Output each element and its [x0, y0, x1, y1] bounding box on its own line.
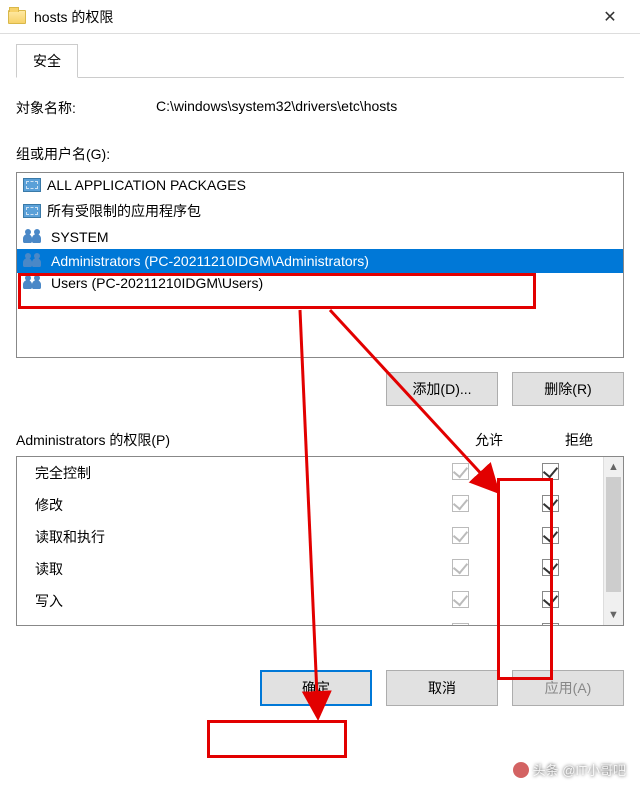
deny-checkbox[interactable] [542, 623, 559, 625]
list-item-label: Users (PC-20211210IDGM\Users) [51, 275, 263, 291]
groups-listbox[interactable]: ALL APPLICATION PACKAGES 所有受限制的应用程序包 SYSTE… [16, 172, 624, 358]
close-button[interactable]: ✕ [588, 7, 632, 27]
watermark-logo-icon [513, 762, 529, 778]
group-icon [23, 253, 45, 269]
cancel-button[interactable]: 取消 [386, 670, 498, 706]
allow-checkbox[interactable] [452, 495, 469, 512]
allow-header: 允许 [444, 430, 534, 450]
allow-checkbox[interactable] [452, 463, 469, 480]
folder-icon [8, 10, 26, 24]
watermark: 头条 @IT小哥吧 [513, 760, 626, 779]
permission-row: 特殊权限 [17, 617, 603, 625]
permission-name: 修改 [25, 495, 415, 515]
watermark-text: 头条 @IT小哥吧 [533, 760, 626, 779]
allow-checkbox[interactable] [452, 559, 469, 576]
window-title: hosts 的权限 [34, 7, 588, 27]
object-name-label: 対象名称: [16, 98, 156, 118]
list-item[interactable]: SYSTEM [17, 225, 623, 249]
package-icon [23, 178, 41, 192]
deny-checkbox[interactable] [542, 559, 559, 576]
list-item-label: SYSTEM [51, 229, 109, 245]
add-remove-row: 添加(D)... 删除(R) [16, 372, 624, 406]
permission-name: 读取和执行 [25, 527, 415, 547]
list-item[interactable]: ALL APPLICATION PACKAGES [17, 173, 623, 197]
permission-row: 修改 [17, 489, 603, 521]
list-item[interactable]: Administrators (PC-20211210IDGM\Administ… [17, 249, 623, 273]
group-icon [23, 275, 45, 291]
list-item[interactable]: Users (PC-20211210IDGM\Users) [17, 271, 623, 295]
allow-checkbox[interactable] [452, 623, 469, 625]
tab-security[interactable]: 安全 [16, 44, 78, 78]
deny-checkbox[interactable] [542, 463, 559, 480]
permissions-for-label: Administrators 的权限(P) [16, 430, 444, 450]
remove-button[interactable]: 删除(R) [512, 372, 624, 406]
permissions-grid: 完全控制修改读取和执行读取写入特殊权限 ▲ ▼ [16, 456, 624, 626]
object-name-row: 対象名称: C:\windows\system32\drivers\etc\ho… [16, 98, 624, 118]
list-item-label: ALL APPLICATION PACKAGES [47, 177, 246, 193]
permission-row: 读取和执行 [17, 521, 603, 553]
permission-row: 写入 [17, 585, 603, 617]
scroll-up-icon[interactable]: ▲ [604, 457, 623, 477]
list-item[interactable]: 所有受限制的应用程序包 [17, 197, 623, 225]
footer-buttons: 确定 取消 应用(A) [16, 670, 624, 706]
allow-checkbox[interactable] [452, 591, 469, 608]
permission-name: 读取 [25, 559, 415, 579]
permission-row: 完全控制 [17, 457, 603, 489]
deny-checkbox[interactable] [542, 495, 559, 512]
list-item-label: Administrators (PC-20211210IDGM\Administ… [51, 253, 369, 269]
tabs: 安全 [16, 44, 624, 78]
scroll-down-icon[interactable]: ▼ [604, 605, 623, 625]
permission-name: 完全控制 [25, 463, 415, 483]
apply-button[interactable]: 应用(A) [512, 670, 624, 706]
groups-label: 组或用户名(G): [16, 144, 624, 164]
ok-button[interactable]: 确定 [260, 670, 372, 706]
permission-row: 读取 [17, 553, 603, 585]
allow-checkbox[interactable] [452, 527, 469, 544]
add-button[interactable]: 添加(D)... [386, 372, 498, 406]
object-name-value: C:\windows\system32\drivers\etc\hosts [156, 98, 624, 118]
scrollbar-thumb[interactable] [606, 477, 621, 592]
permission-name: 写入 [25, 591, 415, 611]
permissions-scrollbar[interactable]: ▲ ▼ [603, 457, 623, 625]
permissions-header: Administrators 的权限(P) 允许 拒绝 [16, 430, 624, 450]
deny-checkbox[interactable] [542, 591, 559, 608]
annotation-box-ok [207, 720, 347, 758]
package-icon [23, 204, 41, 218]
deny-checkbox[interactable] [542, 527, 559, 544]
titlebar: hosts 的权限 ✕ [0, 0, 640, 34]
group-icon [23, 229, 45, 245]
deny-header: 拒绝 [534, 430, 624, 450]
permission-name: 特殊权限 [25, 623, 415, 625]
list-item-label: 所有受限制的应用程序包 [47, 201, 201, 221]
dialog-body: 安全 対象名称: C:\windows\system32\drivers\etc… [0, 34, 640, 722]
